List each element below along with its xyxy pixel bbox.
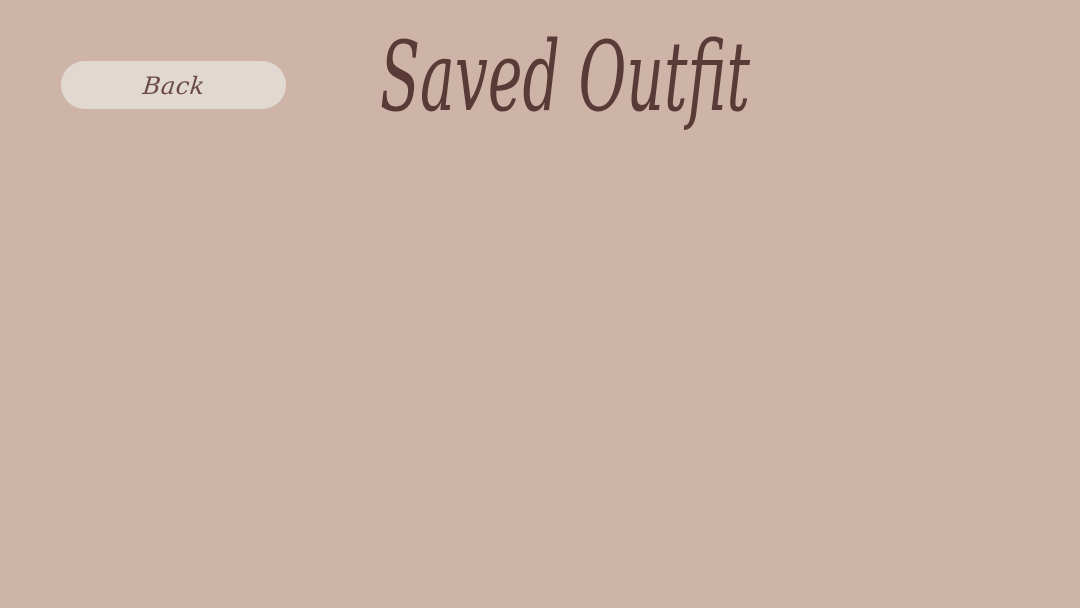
page-title-text: Saved Outfit [380, 21, 750, 133]
page-title: Saved Outfit [380, 8, 760, 134]
saved-outfit-screen: Back Saved Outfit [0, 0, 1080, 608]
back-button-label: Back [141, 71, 206, 100]
page-title-graphic: Saved Outfit [380, 21, 750, 133]
back-button[interactable]: Back [61, 61, 286, 109]
